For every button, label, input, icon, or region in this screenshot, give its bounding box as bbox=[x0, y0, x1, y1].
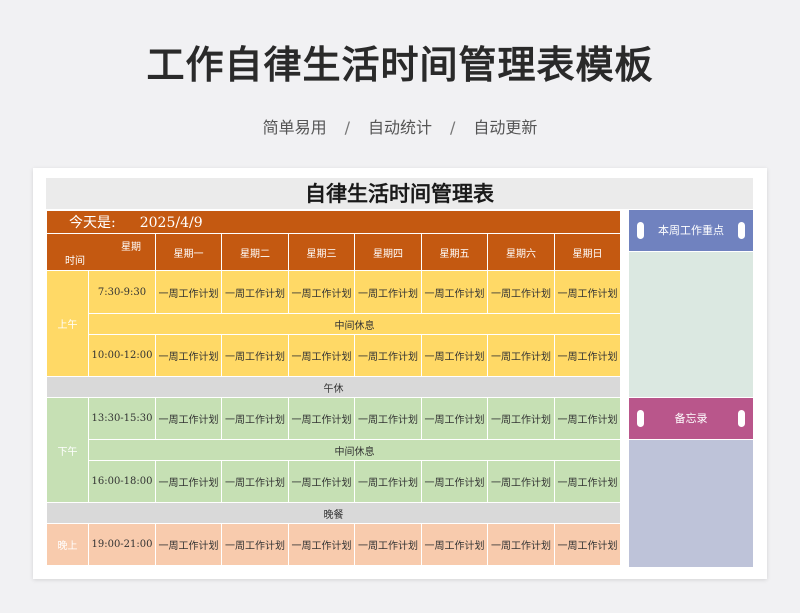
plan-cell[interactable]: 一周工作计划 bbox=[221, 270, 289, 314]
corner-time-label: 时间 bbox=[65, 256, 85, 267]
binder-pin-icon bbox=[738, 222, 745, 239]
table-row: 16:00-18:00 一周工作计划 一周工作计划 一周工作计划 一周工作计划 … bbox=[47, 460, 621, 503]
plan-cell[interactable]: 一周工作计划 bbox=[421, 270, 488, 314]
plan-cell[interactable]: 一周工作计划 bbox=[221, 460, 289, 503]
plan-cell[interactable]: 一周工作计划 bbox=[288, 460, 355, 503]
corner-weekday-label: 星期 bbox=[121, 242, 141, 253]
memo-area[interactable] bbox=[629, 440, 753, 567]
table-row: 下午 13:30-15:30 一周工作计划 一周工作计划 一周工作计划 一周工作… bbox=[46, 397, 621, 503]
plan-cell[interactable]: 一周工作计划 bbox=[155, 460, 222, 503]
corner-header-cell: 星期 时间 bbox=[46, 233, 156, 271]
plan-cell[interactable]: 一周工作计划 bbox=[288, 334, 355, 377]
plan-cell[interactable]: 一周工作计划 bbox=[288, 397, 355, 440]
table-row: 午休 bbox=[46, 376, 621, 398]
table-row: 晚餐 bbox=[46, 502, 621, 524]
subtitle-separator: / bbox=[344, 118, 350, 137]
schedule-table: 今天是: 2025/4/9 星期 时间 星期一 星期二 星期三 星期四 星期五 星… bbox=[46, 210, 621, 566]
time-slot-cell: 10:00-12:00 bbox=[88, 334, 156, 377]
table-row: 上午 7:30-9:30 一周工作计划 一周工作计划 一周工作计划 一周工作计划… bbox=[46, 270, 621, 377]
weekday-header-row: 星期 时间 星期一 星期二 星期三 星期四 星期五 星期六 星期日 bbox=[46, 233, 621, 271]
today-date: 2025/4/9 bbox=[139, 215, 203, 231]
time-slot-cell: 13:30-15:30 bbox=[88, 397, 156, 440]
dinner-cell: 晚餐 bbox=[46, 502, 621, 524]
day-header: 星期二 bbox=[221, 233, 289, 271]
period-cell-evening: 晚上 bbox=[46, 523, 89, 566]
period-cell-morning: 上午 bbox=[46, 270, 89, 377]
plan-cell[interactable]: 一周工作计划 bbox=[155, 270, 222, 314]
plan-cell[interactable]: 一周工作计划 bbox=[288, 523, 355, 566]
plan-cell[interactable]: 一周工作计划 bbox=[155, 523, 222, 566]
noon-break-cell: 午休 bbox=[46, 376, 621, 398]
day-header: 星期五 bbox=[421, 233, 488, 271]
plan-cell[interactable]: 一周工作计划 bbox=[554, 460, 621, 503]
page-title: 工作自律生活时间管理表模板 bbox=[146, 43, 654, 87]
day-header: 星期六 bbox=[487, 233, 555, 271]
today-label: 今天是: bbox=[69, 215, 116, 231]
day-header: 星期日 bbox=[554, 233, 621, 271]
plan-cell[interactable]: 一周工作计划 bbox=[421, 334, 488, 377]
table-row: 中间休息 bbox=[47, 313, 621, 335]
plan-cell[interactable]: 一周工作计划 bbox=[421, 460, 488, 503]
plan-cell[interactable]: 一周工作计划 bbox=[487, 460, 555, 503]
plan-cell[interactable]: 一周工作计划 bbox=[487, 397, 555, 440]
break-cell: 中间休息 bbox=[88, 439, 621, 461]
subtitle-item: 自动统计 bbox=[367, 118, 432, 137]
plan-cell[interactable]: 一周工作计划 bbox=[354, 334, 422, 377]
time-slot-cell: 7:30-9:30 bbox=[88, 270, 156, 314]
plan-cell[interactable]: 一周工作计划 bbox=[487, 523, 555, 566]
plan-cell[interactable]: 一周工作计划 bbox=[354, 397, 422, 440]
plan-cell[interactable]: 一周工作计划 bbox=[354, 460, 422, 503]
day-header: 星期三 bbox=[288, 233, 355, 271]
plan-cell[interactable]: 一周工作计划 bbox=[155, 334, 222, 377]
page-subtitle: 简单易用 / 自动统计 / 自动更新 bbox=[0, 114, 800, 138]
sheet-title: 自律生活时间管理表 bbox=[46, 178, 753, 209]
plan-cell[interactable]: 一周工作计划 bbox=[354, 270, 422, 314]
today-cell[interactable]: 今天是: 2025/4/9 bbox=[46, 210, 621, 234]
plan-cell[interactable]: 一周工作计划 bbox=[221, 334, 289, 377]
time-slot-cell: 16:00-18:00 bbox=[88, 460, 156, 503]
subtitle-separator: / bbox=[450, 118, 456, 137]
plan-cell[interactable]: 一周工作计划 bbox=[554, 523, 621, 566]
day-header: 星期一 bbox=[155, 233, 222, 271]
break-cell: 中间休息 bbox=[88, 313, 621, 335]
plan-cell[interactable]: 一周工作计划 bbox=[288, 270, 355, 314]
table-row: 中间休息 bbox=[47, 439, 621, 461]
table-row: 晚上 19:00-21:00 一周工作计划 一周工作计划 一周工作计划 一周工作… bbox=[46, 523, 621, 566]
subtitle-item: 简单易用 bbox=[262, 118, 327, 137]
plan-cell[interactable]: 一周工作计划 bbox=[221, 397, 289, 440]
plan-cell[interactable]: 一周工作计划 bbox=[221, 523, 289, 566]
time-slot-cell: 19:00-21:00 bbox=[88, 523, 156, 566]
table-row: 10:00-12:00 一周工作计划 一周工作计划 一周工作计划 一周工作计划 … bbox=[47, 334, 621, 377]
binder-pin-icon bbox=[738, 410, 745, 427]
weekly-focus-area[interactable] bbox=[629, 252, 753, 397]
binder-pin-icon bbox=[637, 410, 644, 427]
plan-cell[interactable]: 一周工作计划 bbox=[554, 334, 621, 377]
plan-cell[interactable]: 一周工作计划 bbox=[354, 523, 422, 566]
day-header: 星期四 bbox=[354, 233, 422, 271]
memo-header: 备忘录 bbox=[629, 398, 753, 439]
plan-cell[interactable]: 一周工作计划 bbox=[421, 523, 488, 566]
plan-cell[interactable]: 一周工作计划 bbox=[554, 397, 621, 440]
memo-title: 备忘录 bbox=[674, 412, 708, 425]
binder-pin-icon bbox=[637, 222, 644, 239]
plan-cell[interactable]: 一周工作计划 bbox=[155, 397, 222, 440]
plan-cell[interactable]: 一周工作计划 bbox=[487, 270, 555, 314]
weekly-focus-title: 本周工作重点 bbox=[658, 224, 724, 237]
subtitle-item: 自动更新 bbox=[473, 118, 538, 137]
plan-cell[interactable]: 一周工作计划 bbox=[487, 334, 555, 377]
weekly-focus-header: 本周工作重点 bbox=[629, 210, 753, 251]
period-cell-afternoon: 下午 bbox=[46, 397, 89, 503]
plan-cell[interactable]: 一周工作计划 bbox=[554, 270, 621, 314]
today-row: 今天是: 2025/4/9 bbox=[46, 210, 621, 234]
plan-cell[interactable]: 一周工作计划 bbox=[421, 397, 488, 440]
